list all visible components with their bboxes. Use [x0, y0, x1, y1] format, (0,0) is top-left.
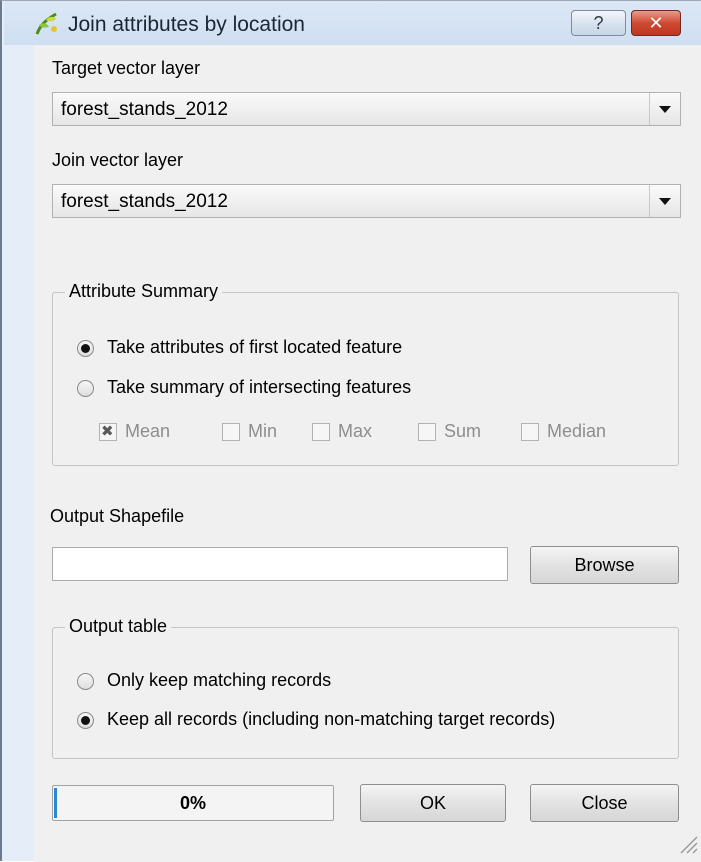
- median-label[interactable]: Median: [547, 421, 606, 442]
- join-layer-label: Join vector layer: [52, 150, 184, 170]
- title-bar[interactable]: Join attributes by location ? ✕: [4, 1, 701, 45]
- sum-label[interactable]: Sum: [444, 421, 481, 442]
- radio-button[interactable]: [77, 340, 94, 357]
- output-shapefile-label: Output Shapefile: [50, 506, 185, 526]
- qgis-logo-icon: [35, 12, 57, 35]
- output-table-group: Output table Only keep matching records …: [52, 616, 679, 759]
- first-feature-label[interactable]: Take attributes of first located feature: [107, 337, 402, 358]
- radio-button[interactable]: [77, 673, 94, 690]
- window-title: Join attributes by location: [68, 13, 305, 36]
- radio-button[interactable]: [77, 712, 94, 729]
- output-shapefile-input[interactable]: [52, 547, 508, 581]
- max-label[interactable]: Max: [338, 421, 372, 442]
- checkbox[interactable]: [99, 422, 117, 441]
- attribute-summary-title: Attribute Summary: [65, 281, 223, 302]
- all-records-label[interactable]: Keep all records (including non-matching…: [107, 709, 555, 730]
- chevron-down-icon[interactable]: [649, 93, 680, 125]
- attribute-summary-group: Attribute Summary Take attributes of fir…: [52, 281, 679, 466]
- target-layer-value: forest_stands_2012: [61, 99, 228, 120]
- close-button[interactable]: Close: [530, 784, 679, 822]
- progress-text: 0%: [179, 793, 206, 813]
- checkbox[interactable]: [521, 423, 539, 441]
- ok-button[interactable]: OK: [360, 784, 506, 822]
- progress-bar: 0%: [52, 785, 334, 821]
- browse-button[interactable]: Browse: [530, 546, 679, 584]
- join-layer-dropdown[interactable]: forest_stands_2012: [52, 184, 681, 218]
- dialog-body: Target vector layer forest_stands_2012 J…: [34, 45, 701, 862]
- mean-label[interactable]: Mean: [125, 421, 170, 442]
- join-layer-value: forest_stands_2012: [61, 191, 228, 212]
- resize-grip-icon[interactable]: [676, 832, 698, 854]
- checkbox[interactable]: [222, 423, 240, 441]
- help-button[interactable]: ?: [571, 10, 626, 36]
- target-layer-dropdown[interactable]: forest_stands_2012: [52, 92, 681, 126]
- chevron-down-icon[interactable]: [649, 185, 680, 217]
- min-label[interactable]: Min: [248, 421, 277, 442]
- matching-records-label[interactable]: Only keep matching records: [107, 670, 331, 691]
- close-window-button[interactable]: ✕: [631, 10, 681, 36]
- checkbox[interactable]: [312, 423, 330, 441]
- output-table-title: Output table: [65, 616, 172, 637]
- summary-label[interactable]: Take summary of intersecting features: [107, 377, 411, 398]
- dialog-window: Join attributes by location ? ✕ Target v…: [0, 0, 701, 862]
- checkbox[interactable]: [418, 423, 436, 441]
- target-layer-label: Target vector layer: [52, 58, 201, 78]
- radio-button[interactable]: [77, 380, 94, 397]
